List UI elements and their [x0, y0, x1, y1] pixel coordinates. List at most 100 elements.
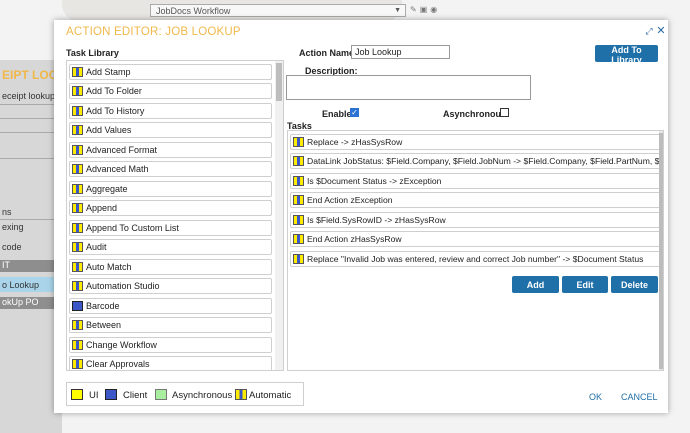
- library-item[interactable]: Advanced Math: [69, 161, 272, 177]
- automatic-swatch: [235, 389, 247, 400]
- automatic-icon: [72, 67, 83, 77]
- library-item[interactable]: Add To History: [69, 103, 272, 119]
- sidebar-item[interactable]: IT: [0, 260, 62, 272]
- divider: [0, 132, 62, 133]
- task-library-label: Task Library: [66, 48, 119, 58]
- add-button[interactable]: Add: [512, 276, 559, 293]
- library-item[interactable]: Auto Match: [69, 259, 272, 275]
- automatic-icon: [72, 203, 83, 213]
- library-item[interactable]: Audit: [69, 239, 272, 255]
- legend-asynchronous-label: Asynchronous: [172, 390, 233, 401]
- sidebar-header: EIPT LOOKU: [2, 68, 62, 82]
- divider: [0, 219, 62, 220]
- chevron-down-icon: ▼: [394, 7, 401, 14]
- client-icon: [72, 301, 83, 311]
- automatic-icon: [293, 176, 304, 186]
- automatic-icon: [293, 215, 304, 225]
- checkmark-icon: ✓: [351, 108, 358, 117]
- sidebar-item[interactable]: o Lookup: [0, 277, 62, 292]
- edit-icon[interactable]: ✎: [410, 5, 420, 14]
- automatic-icon: [72, 223, 83, 233]
- automatic-icon: [293, 234, 304, 244]
- automatic-icon: [72, 340, 83, 350]
- library-item[interactable]: Change Workflow: [69, 337, 272, 353]
- sidebar-item[interactable]: okUp PO: [0, 297, 62, 309]
- sidebar-item[interactable]: eceipt lookup: [0, 91, 62, 101]
- maximize-icon[interactable]: ⤢: [644, 26, 654, 36]
- library-item[interactable]: Append To Custom List: [69, 220, 272, 236]
- ok-button[interactable]: OK: [589, 392, 602, 402]
- add-to-library-button[interactable]: Add To Library: [595, 45, 658, 65]
- automatic-icon: [72, 106, 83, 116]
- workflow-select-value: JobDocs Workflow: [156, 6, 231, 16]
- automatic-icon: [72, 164, 83, 174]
- toolbar-icons: ✎▣◉: [410, 5, 440, 14]
- background-toolbar: JobDocs Workflow ▼ ✎▣◉: [62, 0, 437, 22]
- asynchronous-checkbox[interactable]: [500, 108, 509, 117]
- automatic-icon: [72, 242, 83, 252]
- action-name-label: Action Name:: [299, 48, 358, 58]
- sidebar-item[interactable]: exing: [0, 222, 62, 232]
- action-editor-dialog: ACTION EDITOR: JOB LOOKUP ⤢ ✕ Task Libra…: [54, 20, 668, 413]
- automatic-icon: [293, 195, 304, 205]
- tasks-list[interactable]: Replace -> zHasSysRow DataLink JobStatus…: [287, 130, 664, 371]
- edit-button[interactable]: Edit: [562, 276, 608, 293]
- library-item[interactable]: Append: [69, 200, 272, 216]
- ui-swatch: [71, 389, 83, 400]
- automatic-icon: [72, 145, 83, 155]
- library-item[interactable]: Advanced Format: [69, 142, 272, 158]
- task-item[interactable]: Is $Field.SysRowID -> zHasSysRow: [290, 212, 661, 228]
- sidebar-item[interactable]: ns: [0, 207, 62, 217]
- cancel-button[interactable]: CANCEL: [621, 392, 658, 402]
- automatic-icon: [72, 281, 83, 291]
- description-input[interactable]: [286, 75, 531, 100]
- dialog-title: ACTION EDITOR: JOB LOOKUP: [66, 26, 241, 38]
- automatic-icon: [72, 86, 83, 96]
- save-icon[interactable]: ▣: [420, 5, 431, 14]
- library-item[interactable]: Add Stamp: [69, 64, 272, 80]
- library-item[interactable]: Barcode: [69, 298, 272, 314]
- library-item[interactable]: Automation Studio: [69, 278, 272, 294]
- library-item[interactable]: Aggregate: [69, 181, 272, 197]
- task-item[interactable]: End Action zException: [290, 192, 661, 208]
- library-item[interactable]: Add Values: [69, 122, 272, 138]
- legend-client-label: Client: [123, 390, 148, 401]
- tasks-scrollbar[interactable]: [659, 131, 663, 370]
- scrollbar-thumb[interactable]: [659, 133, 663, 369]
- automatic-icon: [72, 184, 83, 194]
- task-item[interactable]: DataLink JobStatus: $Field.Company, $Fie…: [290, 153, 661, 169]
- library-item[interactable]: Add To Folder: [69, 83, 272, 99]
- automatic-icon: [72, 359, 83, 369]
- delete-button[interactable]: Delete: [611, 276, 658, 293]
- workflow-select[interactable]: JobDocs Workflow ▼: [150, 4, 406, 17]
- task-library-list[interactable]: Add Stamp Add To Folder Add To History A…: [66, 60, 284, 371]
- background-sidebar: EIPT LOOKU eceipt lookup ns exing code I…: [0, 60, 62, 433]
- asynchronous-swatch: [155, 389, 167, 400]
- divider: [0, 104, 62, 105]
- legend-ui-label: UI: [89, 390, 99, 401]
- divider: [0, 118, 62, 119]
- scrollbar-thumb[interactable]: [276, 63, 282, 101]
- view-icon[interactable]: ◉: [430, 5, 440, 14]
- close-icon[interactable]: ✕: [656, 26, 666, 37]
- task-item[interactable]: Is $Document Status -> zException: [290, 173, 661, 189]
- library-item[interactable]: Between: [69, 317, 272, 333]
- enable-checkbox[interactable]: ✓: [350, 108, 359, 117]
- automatic-icon: [293, 156, 304, 166]
- sidebar-item[interactable]: code: [0, 242, 62, 252]
- automatic-icon: [72, 320, 83, 330]
- task-item[interactable]: End Action zHasSysRow: [290, 231, 661, 247]
- legend-automatic-label: Automatic: [249, 390, 292, 401]
- automatic-icon: [293, 137, 304, 147]
- automatic-icon: [293, 254, 304, 264]
- client-swatch: [105, 389, 117, 400]
- task-item[interactable]: Replace -> zHasSysRow: [290, 134, 661, 150]
- divider: [0, 158, 62, 159]
- task-item[interactable]: Replace "Invalid Job was entered, review…: [290, 251, 661, 267]
- library-scrollbar[interactable]: [275, 61, 283, 370]
- library-item[interactable]: Clear Approvals: [69, 356, 272, 370]
- automatic-icon: [72, 125, 83, 135]
- legend: UI Client Asynchronous Automatic: [66, 382, 304, 406]
- automatic-icon: [72, 262, 83, 272]
- action-name-input[interactable]: [351, 45, 450, 59]
